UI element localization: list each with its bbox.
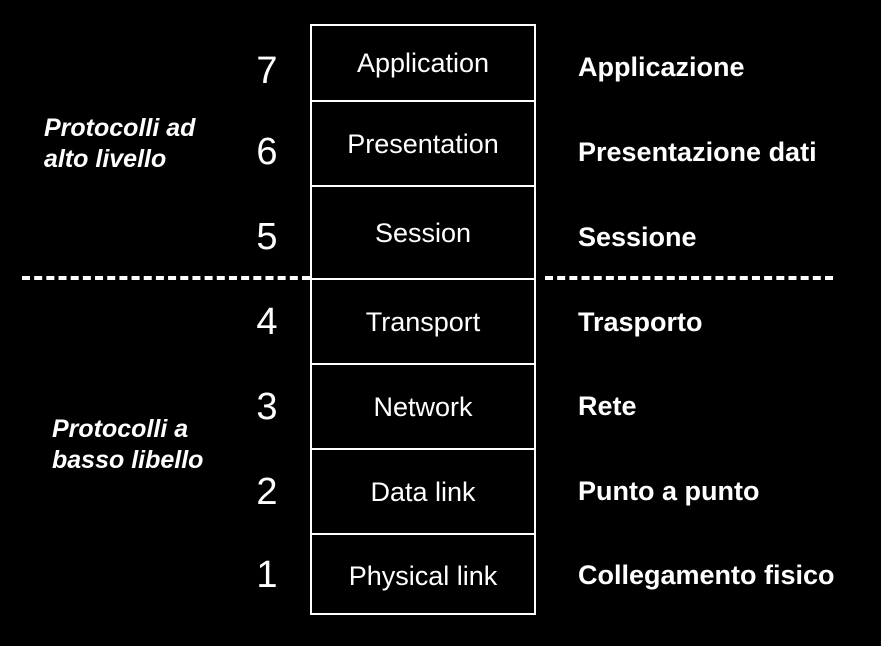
layer-stack: Application Presentation Session Transport N… xyxy=(310,24,536,615)
dashed-divider-right-segment xyxy=(545,276,833,280)
layer-cell[interactable]: Physical link xyxy=(312,535,534,617)
layer-cell[interactable]: Application xyxy=(312,26,534,102)
layer-name: Physical link xyxy=(348,561,498,591)
dashed-divider-left-segment xyxy=(22,276,310,280)
layer-name: Session xyxy=(374,217,472,248)
layer-cell[interactable]: Transport xyxy=(312,280,534,365)
layer-cell[interactable]: Presentation xyxy=(312,102,534,187)
layer-number: 3 xyxy=(256,386,278,428)
layer-number: 1 xyxy=(256,554,278,596)
layer-number: 2 xyxy=(256,471,278,513)
layer-name: Data link xyxy=(370,476,476,507)
group-label-high-level-protocols: Protocolli ad alto livello xyxy=(44,114,196,173)
layer-cell[interactable]: Network xyxy=(312,365,534,450)
layer-italian-label: Collegamento fisico xyxy=(578,560,835,590)
layer-number: 4 xyxy=(256,301,278,343)
layer-italian-label: Sessione xyxy=(578,222,697,252)
layer-italian-label: Punto a punto xyxy=(578,476,760,506)
layer-italian-label: Rete xyxy=(578,391,637,421)
layer-cell[interactable]: Session xyxy=(312,187,534,280)
layer-italian-label: Applicazione xyxy=(578,52,745,82)
layer-name: Transport xyxy=(365,306,481,337)
layer-cell[interactable]: Data link xyxy=(312,450,534,535)
layer-italian-label: Presentazione dati xyxy=(578,137,817,167)
layer-number: 7 xyxy=(256,50,278,92)
layer-name: Application xyxy=(356,48,490,78)
osi-model-diagram: Protocolli ad alto livello Protocolli a … xyxy=(0,0,881,646)
layer-number: 5 xyxy=(256,216,278,258)
layer-number: 6 xyxy=(256,131,278,173)
group-label-low-level-protocols: Protocolli a basso libello xyxy=(52,415,204,474)
layer-name: Presentation xyxy=(347,128,499,159)
layer-name: Network xyxy=(373,391,473,422)
layer-italian-label: Trasporto xyxy=(578,307,703,337)
